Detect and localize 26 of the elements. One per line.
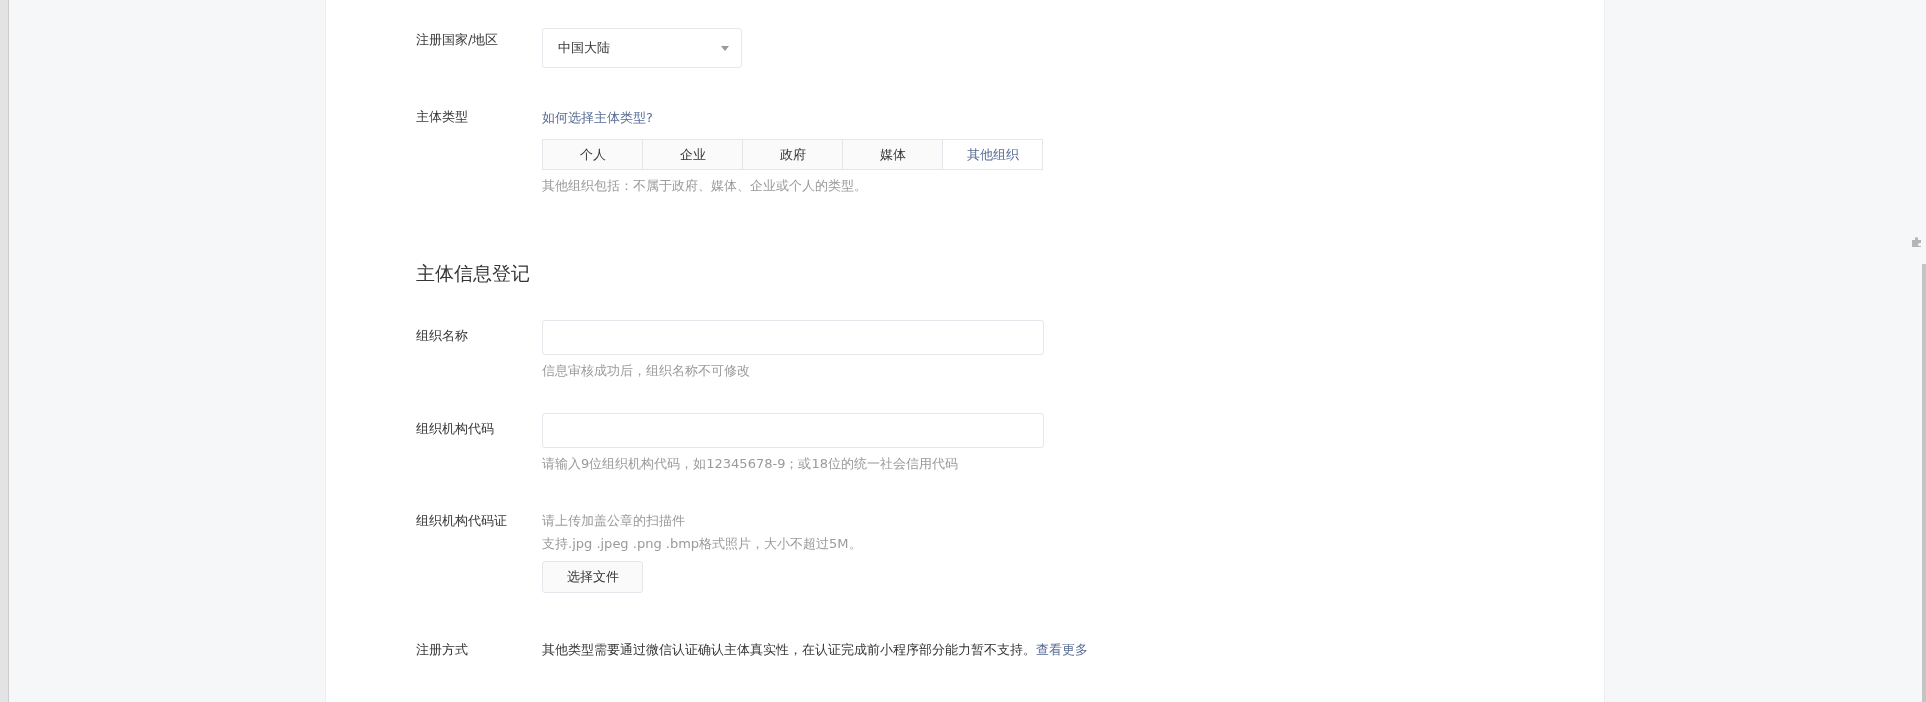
help-link[interactable]: 如何选择主体类型? <box>542 110 653 125</box>
input-field[interactable] <box>542 320 1044 355</box>
caret-icon <box>721 45 729 51</box>
puzzle-icon[interactable] <box>1911 237 1922 248</box>
field-label: 主体类型 <box>416 108 469 126</box>
field-label: 注册国家/地区 <box>416 31 500 49</box>
type-tab[interactable]: 其他组织 <box>942 139 1043 170</box>
region-select[interactable]: 中国大陆 <box>542 28 742 68</box>
type-tab[interactable]: 媒体 <box>842 139 943 170</box>
scrollbar[interactable] <box>1922 264 1926 702</box>
input-field[interactable] <box>542 413 1044 448</box>
more-link[interactable]: 查看更多 <box>1036 642 1088 657</box>
field-label: 注册方式 <box>416 641 469 659</box>
hint-text: 支持.jpg .jpeg .png .bmp格式照片，大小不超过5M。 <box>542 535 862 553</box>
field-label: 组织机构代码证 <box>416 512 508 530</box>
registration-text: 其他类型需要通过微信认证确认主体真实性，在认证完成前小程序部分能力暂不支持。查看更多 <box>542 641 1088 659</box>
hint-text: 信息审核成功后，组织名称不可修改 <box>542 362 751 380</box>
section-title: 主体信息登记 <box>416 261 531 286</box>
type-tab[interactable]: 个人 <box>542 139 643 170</box>
type-tab[interactable]: 政府 <box>742 139 843 170</box>
hint-text: 请上传加盖公章的扫描件 <box>542 512 686 530</box>
type-tab[interactable]: 企业 <box>642 139 743 170</box>
choose-file-button[interactable]: 选择文件 <box>542 561 643 593</box>
field-label: 组织名称 <box>416 327 469 345</box>
hint-text: 其他组织包括：不属于政府、媒体、企业或个人的类型。 <box>542 177 868 195</box>
field-label: 组织机构代码 <box>416 420 495 438</box>
